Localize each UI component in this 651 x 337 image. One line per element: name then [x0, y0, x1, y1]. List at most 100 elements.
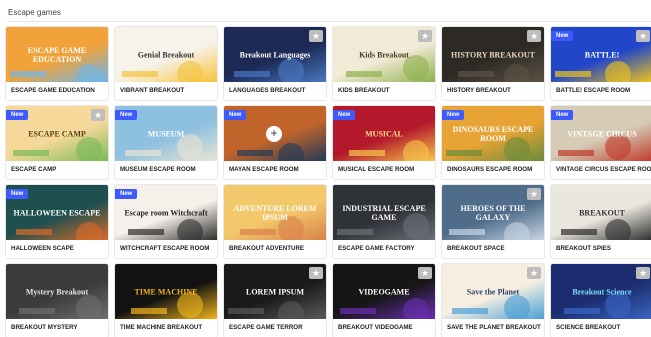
template-card[interactable]: + New MAYAN ESCAPE ROOM	[224, 106, 326, 179]
star-icon[interactable]: ★	[527, 30, 541, 42]
new-badge: New	[551, 110, 574, 120]
template-title[interactable]: ESCAPE GAME EDUCATION	[11, 87, 95, 94]
new-badge: New	[551, 31, 574, 41]
thumbnail-text: BREAKOUT	[579, 208, 625, 217]
template-card[interactable]: Breakout Languages ★ LANGUAGES BREAKOUT	[224, 27, 326, 100]
thumbnail-text: Save the Planet	[466, 287, 520, 296]
template-card[interactable]: ESCAPE CAMP New ★ ESCAPE CAMP	[6, 106, 108, 179]
thumbnail-decoration	[10, 71, 46, 77]
template-card[interactable]: ESCAPE GAME EDUCATION ESCAPE GAME EDUCATI…	[6, 27, 108, 100]
thumbnail-decoration	[19, 308, 55, 314]
plus-icon[interactable]: +	[266, 126, 282, 142]
template-card[interactable]: HEROES OF THE GALAXY ★ BREAKOUT SPACE	[442, 185, 544, 258]
template-title[interactable]: BATTLE! ESCAPE ROOM	[556, 87, 630, 94]
template-card[interactable]: DINOSAURS ESCAPE ROOM New DINOSAURS ESCAPE…	[442, 106, 544, 179]
thumbnail-text: Kids Breakout	[359, 50, 409, 59]
template-card[interactable]: INDUSTRIAL ESCAPE GAME ESCAPE GAME FACTOR…	[333, 185, 435, 258]
template-card[interactable]: HISTORY BREAKOUT ★ HISTORY BREAKOUT	[442, 27, 544, 100]
thumbnail-decoration	[504, 222, 530, 240]
template-title[interactable]: VINTAGE CIRCUS ESCAPE ROOM	[556, 166, 651, 173]
template-title[interactable]: TIME MACHINE BREAKOUT	[120, 324, 202, 331]
template-title[interactable]: MAYAN ESCAPE ROOM	[229, 166, 299, 173]
star-icon[interactable]: ★	[527, 267, 541, 279]
thumbnail-text: Mystery Breakout	[25, 287, 89, 296]
template-card[interactable]: LOREM IPSUM ★ ESCAPE GAME TERROR	[224, 264, 326, 337]
template-thumbnail[interactable]: INDUSTRIAL ESCAPE GAME	[333, 185, 435, 240]
thumbnail-text: VIDEOGAME	[358, 287, 410, 296]
thumbnail-decoration	[76, 64, 102, 82]
template-thumbnail[interactable]: BREAKOUT	[551, 185, 651, 240]
template-thumbnail[interactable]: ADVENTURE LOREM IPSUM	[224, 185, 326, 240]
template-card[interactable]: VIDEOGAME ★ BREAKOUT VIDEOGAME	[333, 264, 435, 337]
template-thumbnail[interactable]: Genial Breakout	[115, 27, 217, 82]
template-card[interactable]: Escape room Witchcraft New WITCHCRAFT ESCA…	[115, 185, 217, 258]
thumbnail-decoration	[564, 308, 600, 314]
star-icon[interactable]: ★	[636, 267, 650, 279]
template-title[interactable]: HALLOWEEN SCAPE	[11, 245, 74, 252]
template-title[interactable]: BREAKOUT VIDEOGAME	[338, 324, 413, 331]
thumbnail-text: TIME MACHINE	[134, 287, 198, 296]
thumbnail-decoration	[605, 61, 631, 82]
template-title[interactable]: ESCAPE GAME FACTORY	[338, 245, 415, 252]
thumbnail-text: HISTORY BREAKOUT	[451, 50, 535, 59]
template-card[interactable]: BATTLE! New ★ BATTLE! ESCAPE ROOM	[551, 27, 651, 100]
template-title[interactable]: BREAKOUT SPIES	[556, 245, 611, 252]
template-thumbnail[interactable]: ESCAPE GAME EDUCATION	[6, 27, 108, 82]
template-thumbnail[interactable]: Mystery Breakout	[6, 264, 108, 319]
thumbnail-text: VINTAGE CIRCUS	[567, 129, 637, 138]
divider	[8, 21, 651, 22]
thumbnail-decoration	[240, 229, 276, 235]
thumbnail-decoration	[446, 150, 482, 156]
template-card[interactable]: HALLOWEEN ESCAPE New HALLOWEEN SCAPE	[6, 185, 108, 258]
template-card[interactable]: MUSEUM New MUSEUM ESCAPE ROOM	[115, 106, 217, 179]
template-card[interactable]: BREAKOUT BREAKOUT SPIES	[551, 185, 651, 258]
section-title: Escape games	[8, 8, 61, 17]
template-title[interactable]: DINOSAURS ESCAPE ROOM	[447, 166, 532, 173]
thumbnail-text: ESCAPE GAME EDUCATION	[27, 45, 87, 64]
template-title[interactable]: WITCHCRAFT ESCAPE ROOM	[120, 245, 209, 252]
template-card[interactable]: Save the Planet ★ SAVE THE PLANET BREAKOUT	[442, 264, 544, 337]
template-card[interactable]: Genial Breakout VIBRANT BREAKOUT	[115, 27, 217, 100]
template-card[interactable]: Mystery Breakout BREAKOUT MYSTERY	[6, 264, 108, 337]
template-title[interactable]: BREAKOUT MYSTERY	[11, 324, 77, 331]
thumbnail-decoration	[504, 295, 530, 319]
star-icon[interactable]: ★	[91, 109, 105, 121]
template-title[interactable]: SCIENCE BREAKOUT	[556, 324, 620, 331]
template-title[interactable]: ESCAPE CAMP	[11, 166, 56, 173]
template-title[interactable]: ESCAPE GAME TERROR	[229, 324, 303, 331]
thumbnail-text: HALLOWEEN ESCAPE	[13, 208, 101, 217]
template-title[interactable]: HISTORY BREAKOUT	[447, 87, 511, 94]
thumbnail-decoration	[349, 150, 385, 156]
thumbnail-text: HEROES OF THE GALAXY	[460, 203, 526, 222]
star-icon[interactable]: ★	[418, 267, 432, 279]
template-thumbnail[interactable]: TIME MACHINE	[115, 264, 217, 319]
star-icon[interactable]: ★	[309, 267, 323, 279]
thumbnail-text: ESCAPE CAMP	[28, 129, 86, 138]
template-card[interactable]: VINTAGE CIRCUS New VINTAGE CIRCUS ESCAPE R…	[551, 106, 651, 179]
template-title[interactable]: SAVE THE PLANET BREAKOUT	[447, 324, 541, 331]
thumbnail-text: Genial Breakout	[137, 50, 195, 59]
thumbnail-text: Breakout Languages	[239, 50, 311, 59]
template-title[interactable]: VIBRANT BREAKOUT	[120, 87, 184, 94]
star-icon[interactable]: ★	[527, 188, 541, 200]
thumbnail-decoration	[228, 308, 264, 314]
star-icon[interactable]: ★	[418, 30, 432, 42]
thumbnail-decoration	[131, 308, 167, 314]
thumbnail-text: MUSICAL	[365, 129, 403, 138]
template-card[interactable]: Breakout Science ★ SCIENCE BREAKOUT	[551, 264, 651, 337]
star-icon[interactable]: ★	[636, 30, 650, 42]
thumbnail-text: Breakout Science	[572, 287, 632, 296]
template-card[interactable]: ADVENTURE LOREM IPSUM BREAKOUT ADVENTURE	[224, 185, 326, 258]
template-title[interactable]: BREAKOUT ADVENTURE	[229, 245, 304, 252]
star-icon[interactable]: ★	[309, 30, 323, 42]
template-title[interactable]: MUSEUM ESCAPE ROOM	[120, 166, 196, 173]
template-title[interactable]: LANGUAGES BREAKOUT	[229, 87, 305, 94]
thumbnail-decoration	[458, 71, 494, 77]
template-title[interactable]: MUSICAL ESCAPE ROOM	[338, 166, 414, 173]
template-title[interactable]: BREAKOUT SPACE	[447, 245, 505, 252]
template-card[interactable]: Kids Breakout ★ KIDS BREAKOUT	[333, 27, 435, 100]
template-title[interactable]: KIDS BREAKOUT	[338, 87, 390, 94]
template-card[interactable]: TIME MACHINE TIME MACHINE BREAKOUT	[115, 264, 217, 337]
template-card[interactable]: MUSICAL New MUSICAL ESCAPE ROOM	[333, 106, 435, 179]
thumbnail-decoration	[452, 308, 488, 314]
